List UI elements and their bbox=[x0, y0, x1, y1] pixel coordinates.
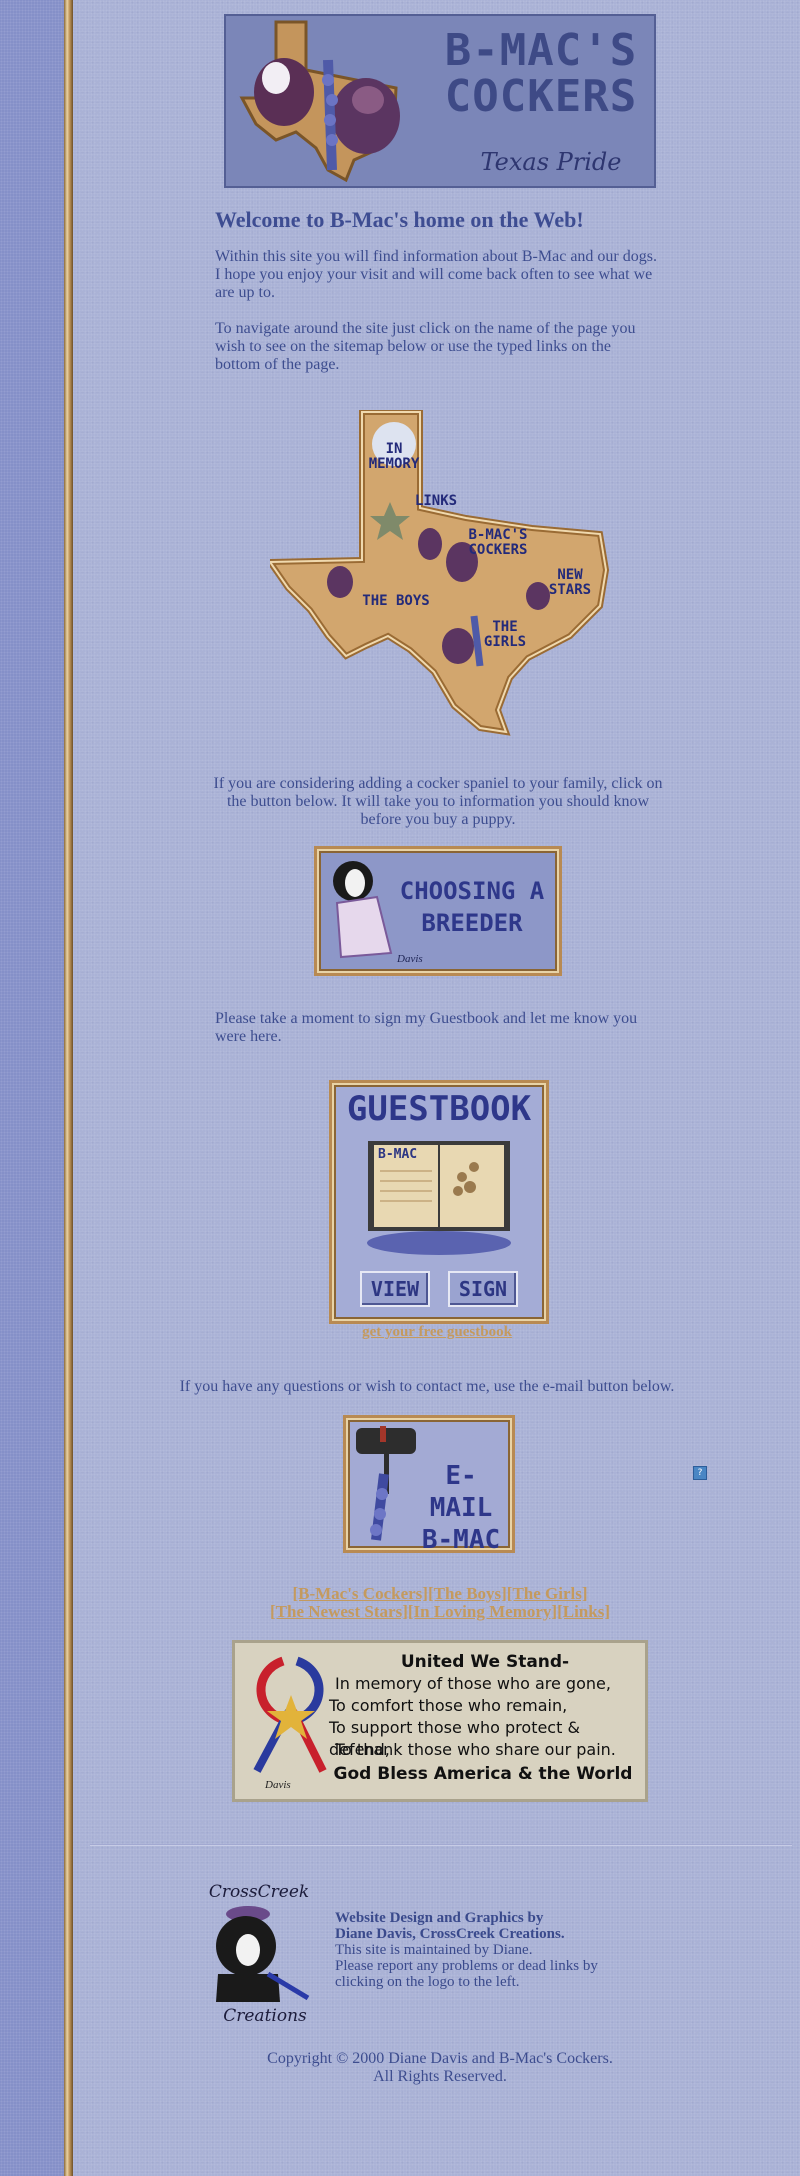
left-wood-border bbox=[64, 0, 73, 2176]
nav-links-row-2[interactable]: [The Newest Stars][In Loving Memory][Lin… bbox=[200, 1603, 680, 1621]
contact-text: If you have any questions or wish to con… bbox=[179, 1378, 675, 1395]
puppy-info-text: If you are considering adding a cocker s… bbox=[213, 775, 663, 828]
guestbook-panel: GUESTBOOK B-MAC VIEW SIGN bbox=[329, 1080, 549, 1324]
logo-bottom-text: Creations bbox=[223, 2006, 307, 2026]
welcome-paragraph-2: To navigate around the site just click o… bbox=[215, 320, 636, 373]
guestbook-book-label: B-MAC bbox=[378, 1147, 418, 1162]
credit-line-2: Diane Davis, CrossCreek Creations. bbox=[335, 1926, 565, 1942]
texas-dogs-graphic bbox=[239, 20, 400, 182]
maintained-line: This site is maintained by Diane. bbox=[335, 1942, 533, 1958]
nav-links-row-1-text[interactable]: [B-Mac's Cockers][The Boys][The Girls] bbox=[292, 1584, 587, 1603]
report-line: Please report any problems or dead links… bbox=[335, 1958, 598, 1990]
nav-links-row-1[interactable]: [B-Mac's Cockers][The Boys][The Girls] bbox=[200, 1585, 680, 1603]
memorial-line-4: To thank those who share our pain. bbox=[335, 1740, 616, 1759]
copyright-line-2: All Rights Reserved. bbox=[373, 2068, 507, 2085]
credits-block: Website Design and Graphics by Diane Dav… bbox=[335, 1910, 625, 1990]
memorial-closing: God Bless America & the World bbox=[333, 1764, 633, 1784]
banner-title: B-MAC'S COCKERS bbox=[444, 25, 638, 122]
credit-line-1: Website Design and Graphics by bbox=[335, 1910, 544, 1926]
guestbook-title: GUESTBOOK bbox=[346, 1089, 532, 1129]
email-button[interactable]: E-MAIL B-MAC bbox=[343, 1415, 515, 1555]
banner-subtitle: Texas Pride bbox=[480, 148, 622, 176]
sitemap-links[interactable]: LINKS bbox=[406, 494, 466, 509]
memorial-line-2: To comfort those who remain, bbox=[329, 1696, 568, 1715]
breeder-signature: Davis bbox=[397, 953, 423, 965]
guestbook-sign-button[interactable]: SIGN bbox=[448, 1271, 518, 1307]
logo-top-text: CrossCreek bbox=[208, 1882, 310, 1902]
memorial-line-1: In memory of those who are gone, bbox=[335, 1674, 611, 1693]
sitemap-the-boys[interactable]: THE BOYS bbox=[356, 594, 436, 609]
ribbon-star-icon bbox=[253, 1656, 327, 1773]
sitemap-new-stars[interactable]: NEW STARS bbox=[542, 568, 598, 598]
choosing-breeder-label: CHOOSING A BREEDER bbox=[399, 877, 545, 937]
copyright-line-1: Copyright © 2000 Diane Davis and B-Mac's… bbox=[267, 2050, 613, 2067]
sitemap-in-memory[interactable]: IN MEMORY bbox=[366, 442, 422, 472]
nav-links-row-2-text[interactable]: [The Newest Stars][In Loving Memory][Lin… bbox=[270, 1602, 610, 1621]
crosscreek-logo[interactable]: CrossCreek Creations bbox=[204, 1882, 324, 2032]
cocker-with-hat-icon bbox=[216, 1906, 310, 2002]
email-label: E-MAIL B-MAC bbox=[421, 1461, 501, 1555]
left-texture-strip bbox=[0, 0, 64, 2176]
sitemap-the-girls[interactable]: THE GIRLS bbox=[480, 620, 530, 650]
site-banner: B-MAC'S COCKERS Texas Pride bbox=[224, 14, 656, 188]
texas-sitemap: IN MEMORY LINKS B-MAC'S COCKERS NEW STAR… bbox=[270, 410, 610, 738]
memorial-title: United We Stand- bbox=[400, 1652, 570, 1672]
free-guestbook-link[interactable]: get your free guestbook bbox=[330, 1324, 544, 1341]
memorial-card: United We Stand- In memory of those who … bbox=[232, 1640, 648, 1802]
sitemap-bmacs-cockers[interactable]: B-MAC'S COCKERS bbox=[456, 528, 540, 558]
welcome-paragraph-1: Within this site you will find informati… bbox=[215, 248, 657, 301]
help-icon[interactable]: ? bbox=[693, 1466, 707, 1480]
cocker-with-shawl-icon bbox=[333, 861, 393, 959]
memorial-signature: Davis bbox=[265, 1779, 291, 1791]
choosing-breeder-button[interactable]: CHOOSING A BREEDER Davis bbox=[314, 846, 562, 976]
footer-divider bbox=[90, 1844, 792, 1846]
welcome-heading: Welcome to B-Mac's home on the Web! bbox=[215, 207, 584, 232]
guestbook-invite-text: Please take a moment to sign my Guestboo… bbox=[215, 1010, 638, 1045]
guestbook-view-button[interactable]: VIEW bbox=[360, 1271, 430, 1307]
free-guestbook-link-text[interactable]: get your free guestbook bbox=[362, 1324, 512, 1340]
